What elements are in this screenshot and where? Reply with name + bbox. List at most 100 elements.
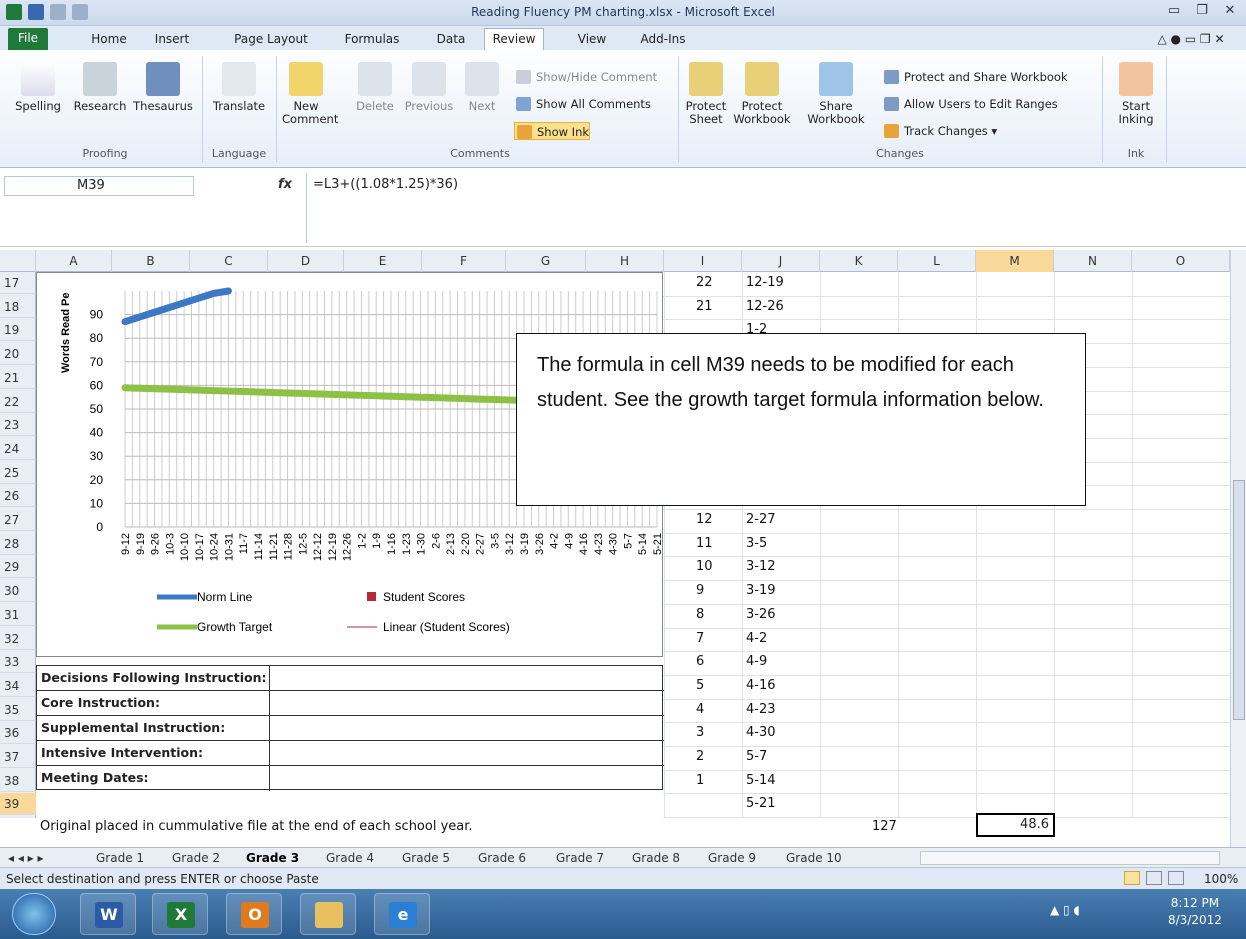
- minimize-icon[interactable]: ▭: [1164, 3, 1184, 21]
- tab-review[interactable]: Review: [484, 28, 544, 50]
- cell-j[interactable]: 3-12: [746, 556, 776, 578]
- tab-page-layout[interactable]: Page Layout: [230, 30, 312, 50]
- row-header[interactable]: 24: [0, 438, 36, 460]
- allow-users-button[interactable]: Allow Users to Edit Ranges: [882, 95, 1058, 113]
- scroll-thumb[interactable]: [1233, 480, 1245, 720]
- sheet-tab[interactable]: Grade 1: [96, 850, 144, 867]
- sheet-tab[interactable]: Grade 8: [632, 850, 680, 867]
- tab-add-ins[interactable]: Add-Ins: [636, 30, 690, 50]
- column-header[interactable]: B: [112, 250, 190, 272]
- row-header[interactable]: 22: [0, 391, 36, 413]
- track-changes-button[interactable]: Track Changes ▾: [882, 122, 997, 140]
- protect-share-workbook-button[interactable]: Protect and Share Workbook: [882, 68, 1068, 86]
- word-taskbar-button[interactable]: W: [80, 893, 136, 935]
- row-header[interactable]: 27: [0, 509, 36, 531]
- sheet-tab[interactable]: Grade 4: [326, 850, 374, 867]
- normal-view-icon[interactable]: [1124, 871, 1140, 885]
- column-header[interactable]: G: [506, 250, 586, 272]
- cell-j[interactable]: 4-16: [746, 675, 776, 697]
- cell-j[interactable]: 5-21: [746, 793, 776, 815]
- spelling-button[interactable]: Spelling: [8, 62, 68, 113]
- explorer-taskbar-button[interactable]: [300, 893, 356, 935]
- row-header[interactable]: 31: [0, 604, 36, 626]
- cell-j[interactable]: 4-9: [746, 651, 767, 673]
- sheet-tab-active[interactable]: Grade 3: [246, 850, 299, 867]
- cell-i[interactable]: 22: [696, 272, 713, 294]
- row-header[interactable]: 35: [0, 699, 36, 721]
- cell-j[interactable]: 4-2: [746, 628, 767, 650]
- sheet-nav-icon[interactable]: ◂ ◂ ▸ ▸: [8, 850, 44, 867]
- cell-j[interactable]: 12-26: [746, 296, 784, 318]
- row-header[interactable]: 38: [0, 770, 36, 792]
- row-header[interactable]: 17: [0, 272, 36, 294]
- column-header[interactable]: D: [268, 250, 344, 272]
- cell-j[interactable]: 12-19: [746, 272, 784, 294]
- cell-i[interactable]: 9: [696, 580, 704, 602]
- row-header[interactable]: 21: [0, 367, 36, 389]
- column-header[interactable]: I: [664, 250, 742, 272]
- column-header[interactable]: H: [586, 250, 664, 272]
- column-header[interactable]: F: [422, 250, 506, 272]
- row-header[interactable]: 34: [0, 675, 36, 697]
- cell-j[interactable]: 2-27: [746, 509, 776, 531]
- cell-k39[interactable]: 127: [872, 816, 897, 838]
- share-workbook-button[interactable]: Share Workbook: [794, 62, 878, 126]
- show-all-comments-button[interactable]: Show All Comments: [514, 95, 651, 113]
- previous-comment-button[interactable]: Previous: [400, 62, 458, 113]
- name-box[interactable]: M39: [4, 176, 194, 196]
- sheet-tab[interactable]: Grade 5: [402, 850, 450, 867]
- tab-view[interactable]: View: [574, 30, 610, 50]
- instruction-callout[interactable]: The formula in cell M39 needs to be modi…: [516, 333, 1086, 506]
- row39-note[interactable]: Original placed in cummulative file at t…: [40, 816, 473, 838]
- cell-i[interactable]: 10: [696, 556, 713, 578]
- vertical-scrollbar[interactable]: [1230, 250, 1246, 847]
- column-header[interactable]: L: [898, 250, 976, 272]
- cell-i[interactable]: 5: [696, 675, 704, 697]
- row-header[interactable]: 39: [0, 793, 36, 816]
- cell-j[interactable]: 3-5: [746, 533, 767, 555]
- column-header-selected[interactable]: M: [976, 250, 1054, 272]
- tab-data[interactable]: Data: [432, 30, 470, 50]
- cell-i[interactable]: 4: [696, 699, 704, 721]
- start-inking-button[interactable]: Start Inking: [1108, 62, 1164, 126]
- cell-i[interactable]: 6: [696, 651, 704, 673]
- row-header[interactable]: 29: [0, 556, 36, 579]
- tab-formulas[interactable]: Formulas: [340, 30, 404, 50]
- excel-taskbar-button[interactable]: X: [152, 893, 208, 935]
- row-header[interactable]: 19: [0, 319, 36, 342]
- select-all-corner[interactable]: [0, 250, 36, 272]
- ie-taskbar-button[interactable]: e: [374, 893, 430, 935]
- outlook-taskbar-button[interactable]: O: [226, 893, 282, 935]
- sheet-tab[interactable]: Grade 7: [556, 850, 604, 867]
- next-comment-button[interactable]: Next: [460, 62, 504, 113]
- cell-i[interactable]: 11: [696, 533, 713, 555]
- active-cell-m39[interactable]: 48.6: [976, 813, 1055, 837]
- cell-j[interactable]: 5-14: [746, 770, 776, 792]
- sheet-tab[interactable]: Grade 10: [786, 850, 842, 867]
- thesaurus-button[interactable]: Thesaurus: [130, 62, 196, 113]
- protect-sheet-button[interactable]: Protect Sheet: [684, 62, 728, 126]
- tab-insert[interactable]: Insert: [150, 30, 194, 50]
- cell-j[interactable]: 3-26: [746, 604, 776, 626]
- cell-i[interactable]: 12: [696, 509, 713, 531]
- page-layout-view-icon[interactable]: [1146, 871, 1162, 885]
- clock[interactable]: 8:12 PM 8/3/2012: [1168, 895, 1222, 929]
- row-header[interactable]: 25: [0, 462, 36, 484]
- page-break-view-icon[interactable]: [1168, 871, 1184, 885]
- help-icon[interactable]: △ ● ▭ ❐ ✕: [1146, 30, 1236, 50]
- cell-i[interactable]: 3: [696, 722, 704, 744]
- tab-file[interactable]: File: [8, 28, 48, 50]
- cell-i[interactable]: 2: [696, 746, 704, 768]
- delete-comment-button[interactable]: Delete: [352, 62, 398, 113]
- close-icon[interactable]: ✕: [1220, 3, 1240, 21]
- row-header[interactable]: 23: [0, 414, 36, 437]
- tab-home[interactable]: Home: [88, 30, 130, 50]
- row-header[interactable]: 32: [0, 628, 36, 650]
- translate-button[interactable]: Translate: [208, 62, 270, 113]
- column-header[interactable]: N: [1054, 250, 1132, 272]
- formula-input[interactable]: =L3+((1.08*1.25)*36): [306, 173, 1226, 243]
- tray-icons[interactable]: ▲ ▯ ◖: [1050, 903, 1080, 917]
- column-header[interactable]: J: [742, 250, 820, 272]
- new-comment-button[interactable]: New Comment: [282, 62, 338, 126]
- insert-function-icon[interactable]: fx: [278, 177, 292, 192]
